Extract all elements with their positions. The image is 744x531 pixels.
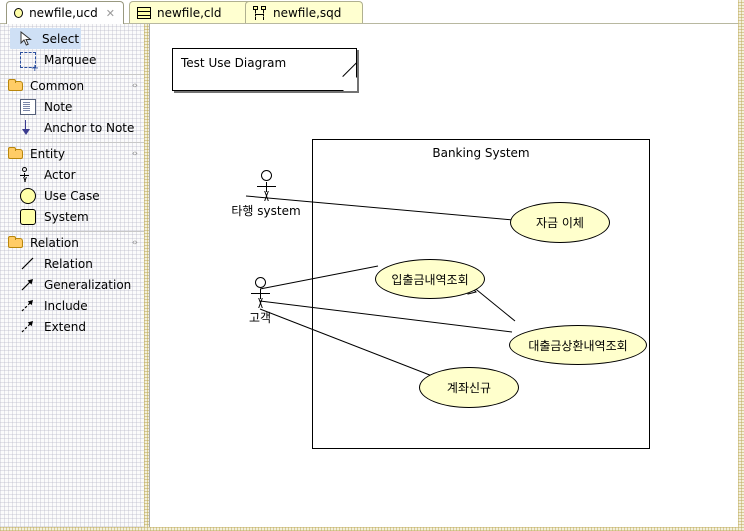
palette-section-relation[interactable]: Relation ‹› xyxy=(0,231,149,253)
palette-item-relation[interactable]: Relation xyxy=(0,253,149,274)
usecase-label: 계좌신규 xyxy=(447,379,491,396)
palette-tool-label: Select xyxy=(42,32,79,46)
palette-item-label: Generalization xyxy=(44,278,131,292)
close-icon[interactable]: ✕ xyxy=(106,7,115,20)
window-bottom-edge xyxy=(0,527,744,531)
diagram-canvas[interactable]: Test Use Diagram Banking System 타행 syste… xyxy=(150,24,744,531)
actor-icon xyxy=(20,167,36,183)
tab-newfile-sqd[interactable]: newfile,sqd xyxy=(245,1,363,24)
tab-label: newfile,sqd xyxy=(273,6,341,20)
open-folder-icon xyxy=(8,236,24,249)
palette-item-label: System xyxy=(44,210,89,224)
extend-arrow-icon xyxy=(20,319,36,335)
line-icon xyxy=(20,256,36,272)
application-window: newfile,ucd ✕ newfile,cld newfile,sqd S xyxy=(0,0,744,531)
usecase-loan-repay[interactable]: 대출금상환내역조회 xyxy=(509,325,647,365)
use-case-icon xyxy=(20,188,36,204)
palette-section-label: Common xyxy=(30,79,84,93)
system-boundary-title: Banking System xyxy=(313,146,649,160)
palette-section-common[interactable]: Common ‹› xyxy=(0,74,149,96)
actor-label: 고객 xyxy=(232,309,288,326)
palette-item-label: Anchor to Note xyxy=(44,121,134,135)
palette-tool-marquee[interactable]: Marquee xyxy=(0,49,149,70)
anchor-icon xyxy=(20,120,36,136)
palette-item-note[interactable]: Note xyxy=(0,96,149,117)
open-folder-icon xyxy=(8,147,24,160)
palette-tool-select[interactable]: Select xyxy=(10,28,81,49)
use-case-diagram-icon xyxy=(14,8,23,18)
marquee-icon xyxy=(20,52,36,68)
tab-label: newfile,cld xyxy=(157,6,221,20)
actor-external-bank[interactable]: 타행 system xyxy=(224,170,308,219)
palette-section-entity[interactable]: Entity ‹› xyxy=(0,142,149,164)
palette-item-include[interactable]: Include xyxy=(0,295,149,316)
palette-item-actor[interactable]: Actor xyxy=(0,164,149,185)
palette-item-use-case[interactable]: Use Case xyxy=(0,185,149,206)
usecase-label: 대출금상환내역조회 xyxy=(528,337,627,354)
chevron-collapse-icon[interactable]: ‹› xyxy=(132,238,137,248)
chevron-collapse-icon[interactable]: ‹› xyxy=(132,149,137,159)
diagram-note[interactable]: Test Use Diagram xyxy=(172,48,357,91)
palette-section-label: Entity xyxy=(30,147,65,161)
include-arrow-icon xyxy=(20,298,36,314)
note-fold-corner xyxy=(343,77,357,91)
palette-item-label: Extend xyxy=(44,320,86,334)
palette-item-system[interactable]: System xyxy=(0,206,149,227)
tab-newfile-ucd[interactable]: newfile,ucd ✕ xyxy=(6,1,124,24)
usecase-fund-transfer[interactable]: 자금 이체 xyxy=(510,202,610,243)
sequence-diagram-icon xyxy=(253,6,267,20)
open-folder-icon xyxy=(8,79,24,92)
system-icon xyxy=(20,209,36,225)
palette-item-label: Note xyxy=(44,100,72,114)
window-right-edge xyxy=(738,0,744,531)
palette-item-anchor-to-note[interactable]: Anchor to Note xyxy=(0,117,149,138)
tab-newfile-cld[interactable]: newfile,cld xyxy=(129,1,257,24)
arrow-cursor-icon xyxy=(20,31,36,47)
usecase-label: 입출금내역조회 xyxy=(391,271,468,288)
note-text: Test Use Diagram xyxy=(181,56,286,70)
palette-item-generalization[interactable]: Generalization xyxy=(0,274,149,295)
palette-item-label: Include xyxy=(44,299,88,313)
palette-section-label: Relation xyxy=(30,236,79,250)
palette-item-label: Actor xyxy=(44,168,76,182)
class-diagram-icon xyxy=(137,7,151,19)
tab-label: newfile,ucd xyxy=(29,6,98,20)
generalization-arrow-icon xyxy=(20,277,36,293)
palette-item-label: Use Case xyxy=(44,189,100,203)
note-icon xyxy=(20,99,36,115)
chevron-collapse-icon[interactable]: ‹› xyxy=(132,81,137,91)
actor-label: 타행 system xyxy=(224,202,308,219)
palette-item-label: Relation xyxy=(44,257,93,271)
palette-tool-label: Marquee xyxy=(44,53,96,67)
palette-resize-handle[interactable] xyxy=(144,24,149,531)
palette-item-extend[interactable]: Extend xyxy=(0,316,149,337)
editor-tab-bar: newfile,ucd ✕ newfile,cld newfile,sqd xyxy=(0,0,744,24)
usecase-new-account[interactable]: 계좌신규 xyxy=(419,367,519,408)
actor-figure-icon xyxy=(246,277,274,309)
usecase-deposit-history[interactable]: 입출금내역조회 xyxy=(375,259,485,299)
actor-figure-icon xyxy=(252,170,280,202)
actor-customer[interactable]: 고객 xyxy=(232,277,288,326)
usecase-label: 자금 이체 xyxy=(536,214,584,231)
tool-palette: Select Marquee Common ‹› Note Anchor to … xyxy=(0,24,150,531)
